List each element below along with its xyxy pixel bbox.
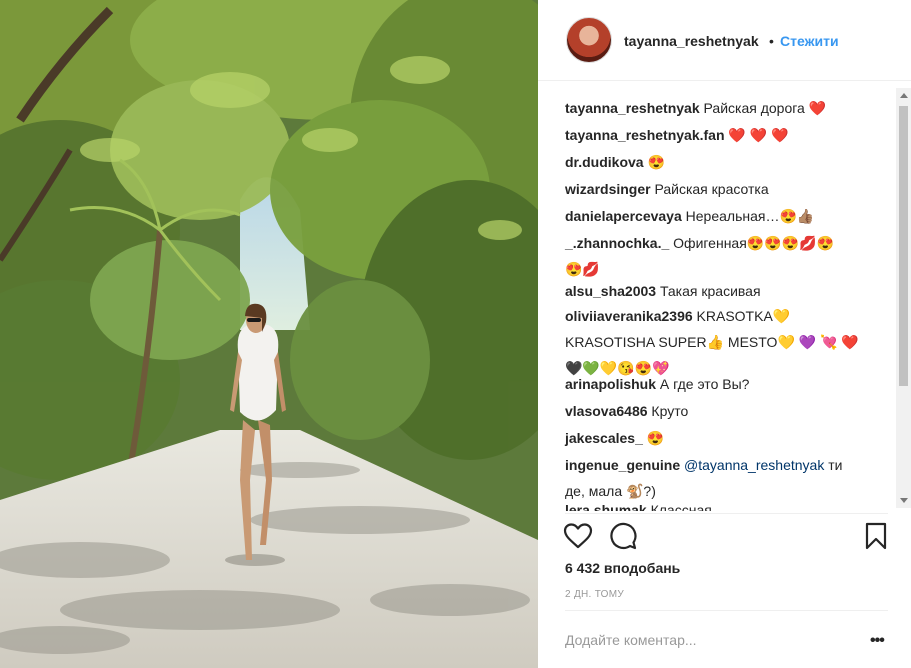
comment-item: wizardsinger Райская красотка [565, 176, 890, 202]
bookmark-icon [865, 522, 887, 550]
comment-username[interactable]: wizardsinger [565, 181, 651, 197]
comment-username[interactable]: dr.dudikova [565, 154, 644, 170]
comment-username[interactable]: lera.shumak [565, 502, 647, 511]
comment-item: dr.dudikova 😍 [565, 149, 890, 175]
more-options-button[interactable]: ••• [870, 632, 885, 650]
comment-username[interactable]: oliviiaveranika2396 [565, 308, 693, 324]
comment-item: tayanna_reshetnyak.fan ❤️ ❤️ ❤️ [565, 122, 890, 148]
likes-count[interactable]: 6 432 вподобань [565, 560, 680, 576]
post-photo [0, 0, 538, 668]
comment-text: Классная [650, 502, 712, 511]
add-comment-input[interactable] [565, 632, 845, 648]
comment-text: Офигенная😍😍😍💋😍 [673, 235, 834, 251]
post-actions [538, 520, 911, 560]
comment-button[interactable] [607, 520, 639, 552]
comment-text: Круто [651, 403, 689, 419]
comment-username[interactable]: jakescales_ [565, 430, 643, 446]
comment-item: jakescales_ 😍 [565, 425, 890, 451]
comment-text: 😍 [647, 154, 665, 170]
comment-text: Нереальная…😍👍🏽 [685, 208, 815, 224]
comment-text: 😍 [646, 430, 665, 446]
post-timestamp[interactable]: 2 ДН. ТОМУ [565, 589, 624, 600]
comment-username[interactable]: _.zhannochka._ [565, 235, 669, 251]
comment-text-continued: KRASOTISHA SUPER👍 MESTO💛 💜 💘 ❤️ [565, 334, 859, 350]
comment-username[interactable]: vlasova6486 [565, 403, 648, 419]
comment-username[interactable]: danielapercevaya [565, 208, 682, 224]
header-username[interactable]: tayanna_reshetnyak [624, 33, 759, 49]
comment-text: А где это Вы? [659, 376, 750, 392]
comments-scrollbar[interactable] [896, 88, 911, 508]
post-header: tayanna_reshetnyak • Стежити [538, 0, 911, 81]
divider [565, 513, 888, 514]
divider [565, 610, 888, 611]
comment-item: danielapercevaya Нереальная…😍👍🏽 [565, 203, 890, 229]
comment-item: arinapolishuk А где это Вы? [565, 371, 890, 397]
save-button[interactable] [860, 520, 892, 552]
scroll-down-arrow-icon[interactable] [900, 498, 908, 503]
avatar[interactable] [566, 17, 612, 63]
comment-username[interactable]: ingenue_genuine [565, 457, 680, 473]
follow-button[interactable]: Стежити [780, 33, 839, 49]
like-button[interactable] [562, 520, 594, 552]
comment-item: _.zhannochka._ Офигенная😍😍😍💋😍 😍💋 [565, 230, 890, 282]
comment-text-continued: 😍💋 [565, 261, 600, 277]
comment-item: oliviiaveranika2396 KRASOTKA💛 KRASOTISHA… [565, 303, 890, 381]
comment-text: Райская дорога ❤️ [703, 100, 827, 116]
comment-text: ти [828, 457, 843, 473]
comment-item: alsu_sha2003 Такая красивая [565, 278, 890, 304]
comment-text: Райская красотка [654, 181, 769, 197]
comments-list: tayanna_reshetnyak Райская дорога ❤️ tay… [538, 81, 898, 511]
comment-item: lera.shumak Классная [565, 497, 890, 511]
comment-mention[interactable]: @tayanna_reshetnyak [684, 457, 824, 473]
comment-text: KRASOTKA💛 [696, 308, 791, 324]
speech-bubble-icon [610, 522, 637, 550]
comment-username[interactable]: tayanna_reshetnyak [565, 100, 700, 116]
comment-username[interactable]: alsu_sha2003 [565, 283, 656, 299]
comment-item: vlasova6486 Круто [565, 398, 890, 424]
comment-text: Такая красивая [659, 283, 761, 299]
scroll-up-arrow-icon[interactable] [900, 93, 908, 98]
heart-outline-icon [563, 523, 593, 549]
scrollbar-thumb[interactable] [899, 106, 908, 386]
header-separator: • [769, 33, 774, 49]
comment-username[interactable]: arinapolishuk [565, 376, 656, 392]
comment-text: ❤️ ❤️ ❤️ [728, 127, 789, 143]
comment-item: tayanna_reshetnyak Райская дорога ❤️ [565, 95, 890, 121]
post-side-panel: tayanna_reshetnyak • Стежити tayanna_res… [538, 0, 911, 668]
comment-username[interactable]: tayanna_reshetnyak.fan [565, 127, 725, 143]
